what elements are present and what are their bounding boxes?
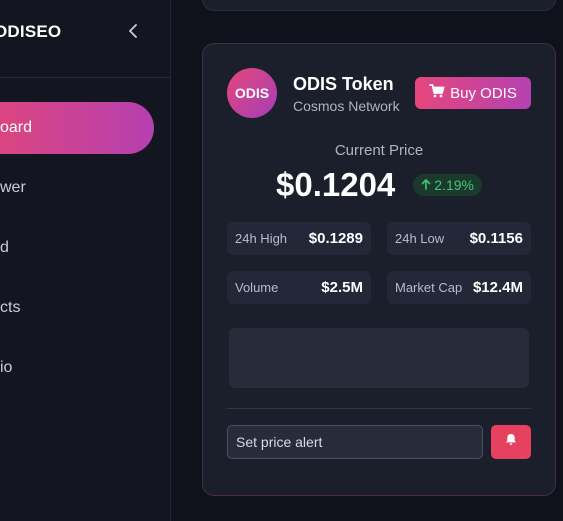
stat-label: 24h Low: [395, 231, 445, 246]
sidebar-item-3[interactable]: d: [0, 222, 154, 274]
stat-24h-high: 24h High $0.1289: [227, 222, 371, 255]
chevron-left-icon: [128, 23, 138, 43]
card-divider: [227, 408, 531, 409]
sidebar-item-label: cts: [0, 299, 21, 316]
sidebar-item-portfolio[interactable]: io: [0, 342, 154, 394]
price-change-badge: 2.19%: [413, 174, 482, 196]
price-chart-area: [229, 328, 529, 388]
stat-market-cap: Market Cap $12.4M: [387, 271, 531, 304]
token-logo-text: ODIS: [234, 85, 270, 101]
sidebar-item-label: oard: [0, 119, 33, 136]
token-name: ODIS Token: [293, 74, 394, 94]
sidebar-item-label: d: [0, 239, 9, 256]
bell-icon: [505, 433, 517, 451]
sidebar-item-dashboard[interactable]: oard: [0, 102, 154, 154]
sidebar: ODISEO oard wer d cts io: [0, 0, 171, 521]
stat-label: 24h High: [235, 231, 288, 246]
brand-logo-text: ODISEO: [0, 22, 62, 41]
stat-24h-low: 24h Low $0.1156: [387, 222, 531, 255]
collapse-sidebar-button[interactable]: [124, 22, 142, 44]
token-card: ODIS ODIS Token Cosmos Network Buy ODIS …: [202, 43, 556, 496]
set-alert-button[interactable]: [491, 425, 531, 459]
stat-volume: Volume $2.5M: [227, 271, 371, 304]
token-logo: ODIS: [227, 68, 277, 118]
sidebar-item-label: io: [0, 359, 13, 376]
stat-value: $0.1289: [308, 230, 363, 247]
current-price-label: Current Price: [334, 142, 424, 159]
sidebar-item-label: wer: [0, 179, 26, 196]
current-price-value: $0.1204: [276, 166, 396, 203]
stat-label: Market Cap: [395, 280, 463, 295]
sidebar-divider: [0, 77, 171, 78]
stat-value: $2.5M: [321, 279, 363, 296]
sidebar-item-products[interactable]: cts: [0, 282, 154, 334]
stat-value: $12.4M: [472, 279, 523, 296]
sidebar-item-power[interactable]: wer: [0, 162, 154, 214]
price-change-value: 2.19%: [434, 177, 474, 193]
stat-label: Volume: [235, 280, 279, 295]
buy-button-label: Buy ODIS: [450, 84, 517, 102]
previous-card: [202, 0, 556, 11]
arrow-up-icon: [421, 177, 431, 193]
buy-button[interactable]: Buy ODIS: [415, 77, 531, 109]
stat-value: $0.1156: [469, 230, 523, 247]
price-row: $0.1204 2.19%: [203, 166, 555, 204]
cart-icon: [429, 84, 445, 102]
token-network: Cosmos Network: [293, 98, 400, 114]
price-alert-input[interactable]: [227, 425, 483, 459]
